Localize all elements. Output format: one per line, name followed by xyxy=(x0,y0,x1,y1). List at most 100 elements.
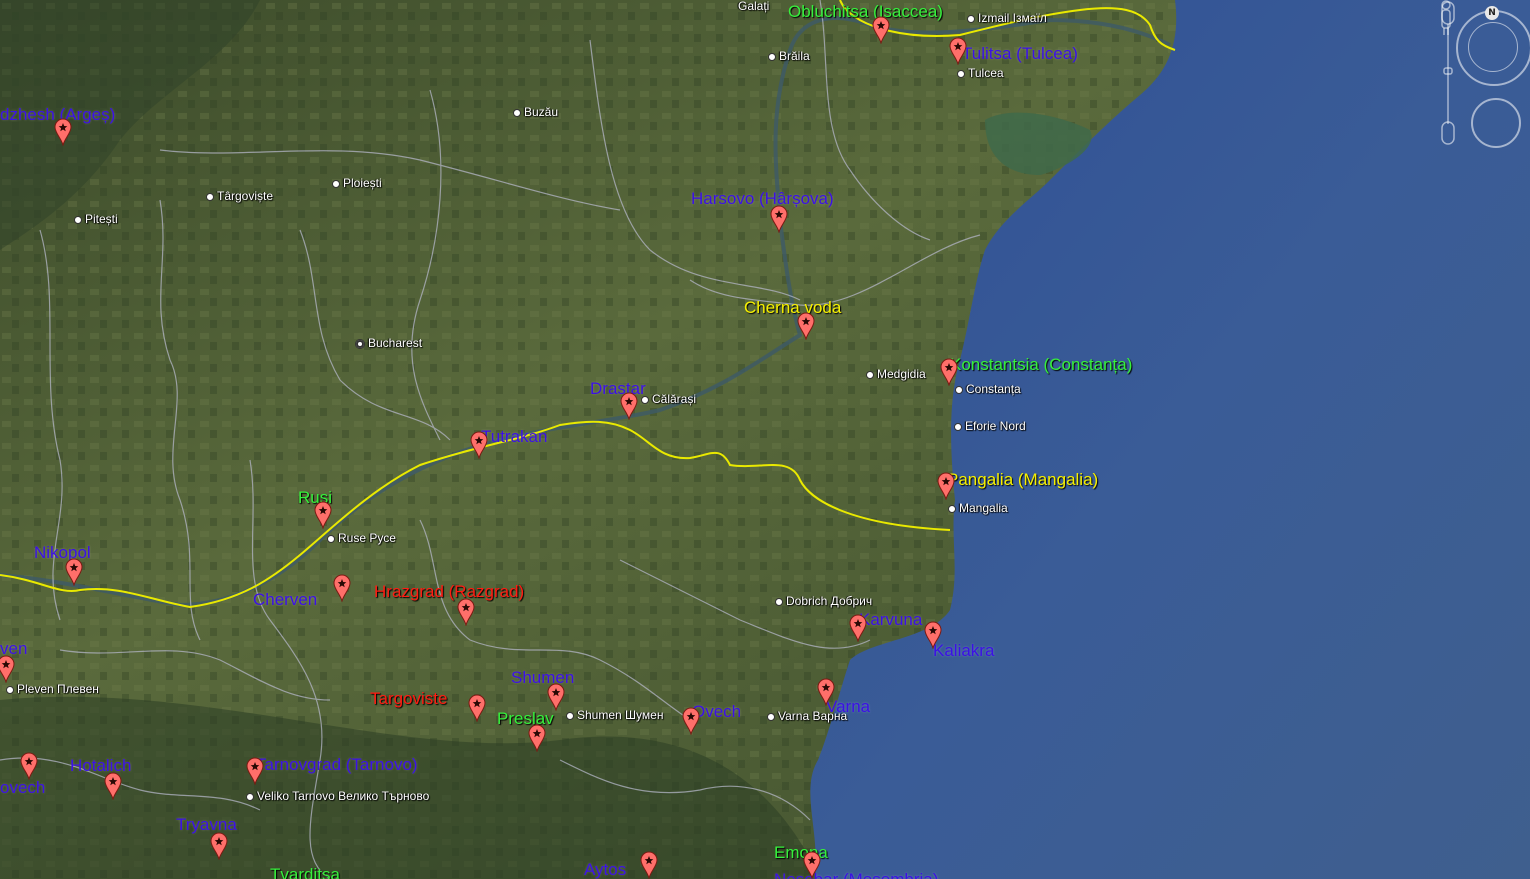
placemark-pin-icon[interactable] xyxy=(470,431,488,459)
city-dot-icon xyxy=(775,597,783,606)
placemark-pin-icon[interactable] xyxy=(54,118,72,146)
placemark-label[interactable]: Cherna voda xyxy=(744,299,841,316)
city-label: Pleven Плевен xyxy=(6,683,99,695)
placemark-label[interactable]: Kaliakra xyxy=(933,642,994,659)
placemark-pin-icon[interactable] xyxy=(468,694,486,722)
city-name: Buzău xyxy=(524,105,559,119)
placemark-pin-icon[interactable] xyxy=(640,851,658,879)
city-label: Dobrich Добрич xyxy=(775,595,872,607)
placemark-label[interactable]: Nesebar (Mesembria) xyxy=(774,871,938,879)
placemark-pin-icon[interactable] xyxy=(0,655,15,683)
city-dot-icon xyxy=(513,108,521,117)
placemark-pin-icon[interactable] xyxy=(620,392,638,420)
placemark-label[interactable]: Pangalia (Mangalia) xyxy=(947,471,1098,488)
placemark-pin-icon[interactable] xyxy=(65,558,83,586)
city-dot-icon xyxy=(206,192,214,201)
placemark-pin-icon[interactable] xyxy=(210,832,228,860)
placemark-pin-icon[interactable] xyxy=(797,312,815,340)
city-name: Mangalia xyxy=(959,501,1008,515)
city-label: Bucharest xyxy=(355,337,422,349)
city-name: Shumen Шумен xyxy=(577,708,664,722)
placemark-pin-icon[interactable] xyxy=(872,16,890,44)
placemark-pin-icon[interactable] xyxy=(457,598,475,626)
city-name: Bucharest xyxy=(368,336,423,350)
city-dot-icon xyxy=(327,534,335,543)
placemark-label[interactable]: Tarnovgrad (Tarnovo) xyxy=(256,756,418,773)
north-indicator[interactable]: N xyxy=(1485,6,1499,20)
placemark-pin-icon[interactable] xyxy=(246,757,264,785)
city-dot-icon xyxy=(957,69,965,78)
placemark-pin-icon[interactable] xyxy=(803,851,821,879)
placemark-label[interactable]: Aytos xyxy=(584,861,626,878)
city-name: Târgoviște xyxy=(217,189,274,203)
placemark-pin-icon[interactable] xyxy=(949,37,967,65)
zoom-slider-icon[interactable] xyxy=(1440,0,1456,146)
placemark-label[interactable]: Targoviste xyxy=(370,690,447,707)
city-label: Târgoviște xyxy=(206,190,273,202)
placemark-pin-icon[interactable] xyxy=(314,501,332,529)
city-label: Ploiești xyxy=(332,177,382,189)
city-dot-icon xyxy=(74,215,82,224)
city-dot-icon xyxy=(948,504,956,513)
placemark-pin-icon[interactable] xyxy=(104,772,122,800)
compass-inner-ring[interactable] xyxy=(1468,22,1518,72)
city-dot-icon xyxy=(768,52,776,61)
city-label: Brăila xyxy=(768,50,810,62)
placemark-pin-icon[interactable] xyxy=(20,752,38,780)
city-label: Galați xyxy=(738,0,769,12)
city-dot-icon xyxy=(967,14,975,23)
city-dot-icon xyxy=(566,711,574,720)
city-name: Galați xyxy=(738,0,770,13)
placemark-label[interactable]: Tulitsa (Tulcea) xyxy=(962,45,1078,62)
placemark-pin-icon[interactable] xyxy=(937,472,955,500)
city-name: Medgidia xyxy=(877,367,926,381)
placemark-pin-icon[interactable] xyxy=(333,574,351,602)
look-joystick-icon[interactable] xyxy=(1471,98,1521,148)
placemark-label[interactable]: Hotalich xyxy=(70,757,131,774)
city-label: Ruse Русе xyxy=(327,532,396,544)
city-name: Ruse Русе xyxy=(338,531,396,545)
city-name: Veliko Tarnovo Велико Търново xyxy=(257,789,430,803)
placemark-label[interactable]: Karvuna xyxy=(859,611,922,628)
city-dot-icon xyxy=(955,385,963,394)
placemark-pin-icon[interactable] xyxy=(940,358,958,386)
placemark-label[interactable]: Harsovo (Hârșova) xyxy=(691,190,834,207)
map-terrain xyxy=(0,0,1530,879)
placemark-pin-icon[interactable] xyxy=(682,707,700,735)
city-dot-icon xyxy=(954,422,962,431)
city-label: Tulcea xyxy=(957,67,1004,79)
placemark-pin-icon[interactable] xyxy=(817,678,835,706)
placemark-pin-icon[interactable] xyxy=(547,683,565,711)
placemark-label[interactable]: Tryavna xyxy=(176,816,237,833)
placemark-label[interactable]: Tutrakan xyxy=(481,428,547,445)
city-label: Mangalia xyxy=(948,502,1008,514)
city-name: Pitești xyxy=(85,212,118,226)
placemark-pin-icon[interactable] xyxy=(528,724,546,752)
city-label: Buzău xyxy=(513,106,558,118)
placemark-label[interactable]: Obluchitsa (Isaccea) xyxy=(788,3,943,20)
placemark-label[interactable]: Konstantsia (Constanța) xyxy=(950,356,1132,373)
city-dot-icon xyxy=(6,685,14,694)
city-label: Călărași xyxy=(641,393,696,405)
city-dot-icon xyxy=(767,712,775,721)
city-label: Eforie Nord xyxy=(954,420,1026,432)
placemark-label[interactable]: ovech xyxy=(0,779,45,796)
placemark-label[interactable]: Cherven xyxy=(253,591,317,608)
navigation-controls: N xyxy=(1440,0,1530,360)
placemark-pin-icon[interactable] xyxy=(849,614,867,642)
city-label: Izmail Ізмаїл xyxy=(967,12,1047,24)
satellite-map[interactable]: Galați Izmail Ізмаїл Brăila Tulcea Buzău… xyxy=(0,0,1530,879)
placemark-pin-icon[interactable] xyxy=(924,621,942,649)
city-label: Constanța xyxy=(955,383,1021,395)
city-name: Constanța xyxy=(966,382,1021,396)
city-name: Tulcea xyxy=(968,66,1004,80)
city-label: Shumen Шумен xyxy=(566,709,663,721)
placemark-label[interactable]: Tvarditsa xyxy=(270,866,340,879)
city-name: Eforie Nord xyxy=(965,419,1026,433)
city-dot-icon xyxy=(246,792,254,801)
city-name: Brăila xyxy=(779,49,810,63)
city-name: Călărași xyxy=(652,392,697,406)
city-dot-icon xyxy=(866,370,874,379)
placemark-pin-icon[interactable] xyxy=(770,205,788,233)
placemark-label[interactable]: Hrazgrad (Razgrad) xyxy=(374,583,524,600)
